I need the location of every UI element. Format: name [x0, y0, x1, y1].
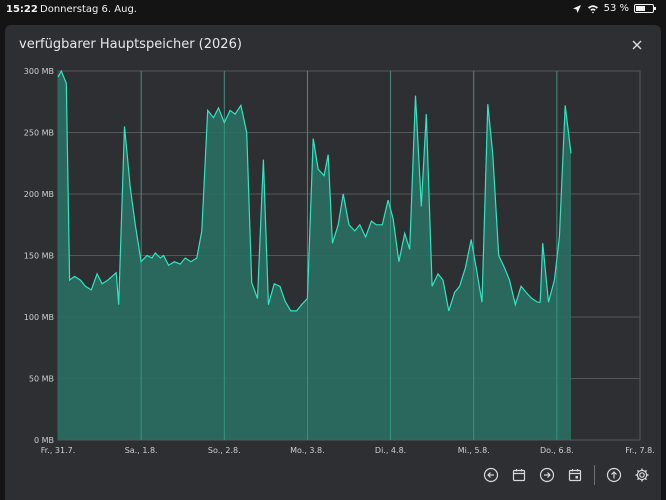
arrow-right-circle-icon	[539, 467, 555, 483]
x-tick-label: Sa., 1.8.	[125, 446, 158, 455]
chart-toolbar	[480, 461, 653, 489]
x-tick-label: Fr., 7.8.	[625, 446, 654, 455]
gear-icon	[635, 468, 649, 482]
x-tick-label: Fr., 31.7.	[41, 446, 76, 455]
y-tick-label: 50 MB	[29, 375, 54, 384]
arrow-left-circle-icon	[483, 467, 499, 483]
upload-button[interactable]	[603, 464, 625, 486]
status-date: Donnerstag 6. Aug.	[40, 4, 137, 15]
series-area	[58, 71, 571, 440]
status-time: 15:22	[6, 4, 38, 15]
calendar-icon	[512, 469, 526, 482]
status-bar: 15:22 Donnerstag 6. Aug. 53 %	[0, 0, 666, 20]
toolbar-divider	[594, 465, 595, 485]
settings-button[interactable]	[631, 464, 653, 486]
x-tick-label: Do., 6.8.	[540, 446, 574, 455]
calendar-button[interactable]	[508, 464, 530, 486]
y-tick-label: 300 MB	[24, 67, 54, 76]
x-tick-label: Mi., 5.8.	[458, 446, 490, 455]
location-icon	[572, 4, 581, 13]
memory-chart: 0 MB 50 MB 100 MB 150 MB 200 MB 250 MB 300 MB F…	[24, 67, 655, 455]
y-tick-label: 150 MB	[24, 252, 54, 261]
battery-percent: 53 %	[603, 3, 629, 14]
battery-icon	[634, 4, 656, 13]
x-tick-label: Mo., 3.8.	[290, 446, 325, 455]
y-tick-label: 250 MB	[24, 129, 54, 138]
chart-dialog: verfügbarer Hauptspeicher (2026) 0 MB 50 …	[5, 25, 661, 500]
calendar-today-icon	[568, 469, 582, 482]
y-tick-label: 100 MB	[24, 313, 54, 322]
x-tick-label: Di., 4.8.	[375, 446, 406, 455]
y-tick-label: 200 MB	[24, 190, 54, 199]
next-button[interactable]	[536, 464, 558, 486]
status-right: 53 %	[572, 3, 656, 14]
y-tick-label: 0 MB	[34, 436, 54, 445]
previous-button[interactable]	[480, 464, 502, 486]
upload-icon	[606, 467, 622, 483]
wifi-icon	[587, 4, 598, 13]
x-tick-label: So., 2.8.	[208, 446, 241, 455]
today-button[interactable]	[564, 464, 586, 486]
